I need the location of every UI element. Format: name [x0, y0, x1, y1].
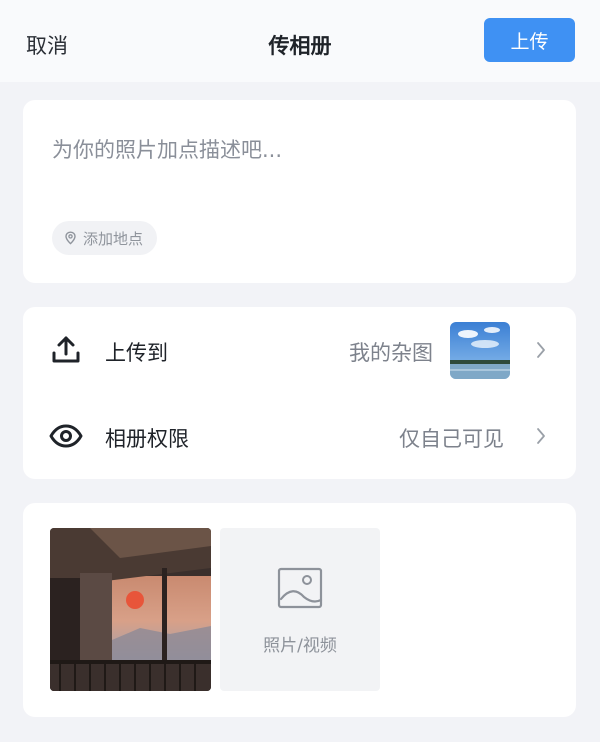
- media-card: 照片/视频: [23, 503, 576, 717]
- upload-to-label: 上传到: [105, 341, 168, 365]
- image-add-icon: [277, 567, 323, 609]
- add-location-label: 添加地点: [83, 229, 144, 248]
- settings-card: 上传到 我的杂图 相册权限 仅自己可见: [23, 307, 576, 479]
- permission-label: 相册权限: [105, 427, 189, 451]
- chevron-right-icon: [537, 428, 545, 444]
- chevron-right-icon: [537, 342, 545, 358]
- location-pin-icon: [65, 231, 76, 245]
- permission-value: 仅自己可见: [399, 427, 504, 451]
- add-media-button[interactable]: 照片/视频: [220, 528, 380, 691]
- upload-icon: [52, 336, 80, 363]
- album-thumbnail: [450, 322, 510, 379]
- top-bar: 取消 传相册 上传: [0, 0, 600, 82]
- album-permission-row[interactable]: 相册权限 仅自己可见: [23, 393, 576, 479]
- description-input[interactable]: 为你的照片加点描述吧...: [52, 134, 282, 164]
- selected-photo[interactable]: [50, 528, 211, 691]
- description-card: 为你的照片加点描述吧... 添加地点: [23, 100, 576, 283]
- eye-icon: [49, 424, 83, 448]
- add-location-chip[interactable]: 添加地点: [52, 221, 158, 255]
- album-name: 我的杂图: [349, 341, 433, 365]
- add-media-label: 照片/视频: [263, 636, 337, 656]
- upload-to-row[interactable]: 上传到 我的杂图: [23, 307, 576, 393]
- upload-button[interactable]: 上传: [484, 18, 575, 62]
